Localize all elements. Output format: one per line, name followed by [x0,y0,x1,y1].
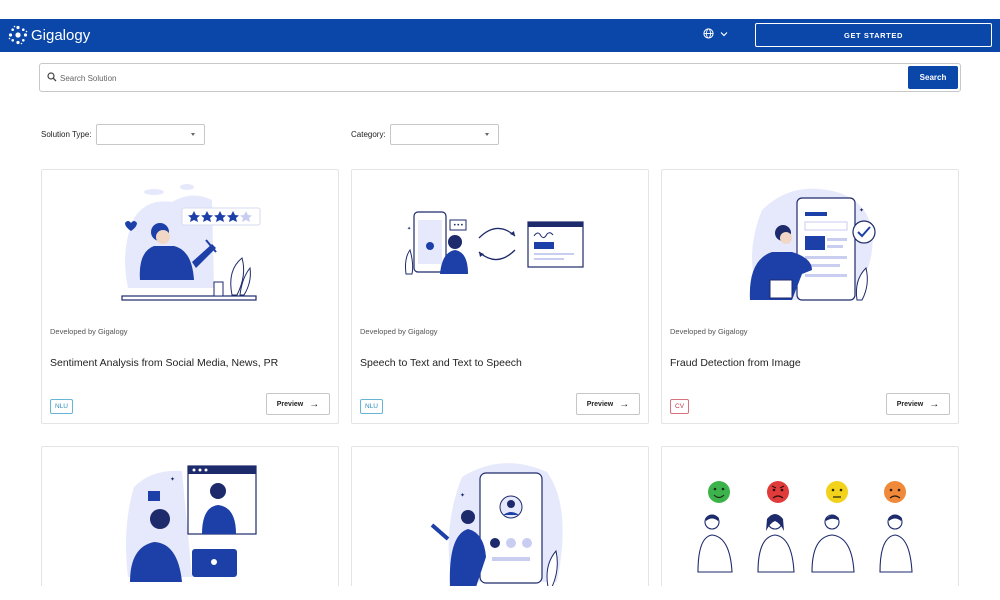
developer-label: Developed by Gigalogy [50,327,128,336]
preview-label: Preview [276,400,304,408]
preview-button[interactable]: Preview → [886,393,950,415]
svg-text:•••: ••• [453,222,464,229]
arrow-right-icon: → [309,398,320,410]
solution-card[interactable]: ✦ [41,446,339,586]
fraud-detection-illustration: ✦ [749,188,876,301]
angry-face-icon [767,481,789,503]
solution-type-select[interactable] [95,124,205,145]
top-gap [0,0,1000,19]
search-bar: Search [39,63,961,92]
arrow-right-icon: → [619,398,630,410]
svg-text:✦: ✦ [170,476,175,483]
happy-face-icon [708,481,730,503]
preview-button[interactable]: Preview → [266,393,330,415]
solution-type-label: Solution Type: [41,130,92,139]
emotion-faces-illustration [697,481,913,573]
language-selector[interactable] [703,28,728,39]
developer-label: Developed by Gigalogy [360,327,438,336]
search-icon [47,72,57,82]
category-label: Category: [351,130,386,139]
gigalogy-logo-icon [8,25,28,45]
chevron-down-icon [720,31,728,36]
category-tag: NLU [360,399,384,414]
preview-label: Preview [586,400,614,408]
card-title[interactable]: Sentiment Analysis from Social Media, Ne… [50,357,278,369]
search-input[interactable] [60,68,920,88]
neutral-face-icon [826,481,848,503]
solution-card[interactable] [661,446,959,586]
navbar: Gigalogy GET STARTED [0,19,1000,52]
category-tag: CV [670,399,690,414]
brand-logo[interactable]: Gigalogy [8,24,90,46]
sad-face-icon [884,481,906,503]
globe-icon [703,28,714,39]
svg-text:✦: ✦ [460,492,465,499]
svg-text:✦: ✦ [859,207,864,214]
solution-card[interactable]: Developed by Gigalogy Sentiment Analysis… [41,169,339,424]
category-tag: NLU [50,399,74,414]
video-call-like-illustration: ✦ [126,465,257,582]
mobile-profile-illustration: ✦ [430,463,563,586]
solution-card[interactable]: ✦ [351,446,649,586]
card-title[interactable]: Speech to Text and Text to Speech [360,357,522,369]
solution-type-filter: Solution Type: [41,124,205,145]
caret-down-icon [190,133,195,136]
solution-card[interactable]: ✦ Developed by Gigalogy Fraud Detection … [661,169,959,424]
category-select[interactable] [389,124,499,145]
svg-text:✦: ✦ [407,226,411,232]
arrow-right-icon: → [929,398,940,410]
preview-button[interactable]: Preview → [576,393,640,415]
get-started-button[interactable]: GET STARTED [755,23,992,47]
brand-name: Gigalogy [31,26,91,44]
card-title[interactable]: Fraud Detection from Image [670,357,801,369]
preview-label: Preview [896,400,924,408]
sentiment-rating-illustration [121,184,261,301]
speech-text-illustration: ••• ✦ [405,211,584,275]
developer-label: Developed by Gigalogy [670,327,748,336]
solution-card[interactable]: ••• ✦ Developed by Gigalogy Speech to Te… [351,169,649,424]
caret-down-icon [484,133,489,136]
category-filter: Category: [351,124,499,145]
search-button[interactable]: Search [908,66,958,89]
